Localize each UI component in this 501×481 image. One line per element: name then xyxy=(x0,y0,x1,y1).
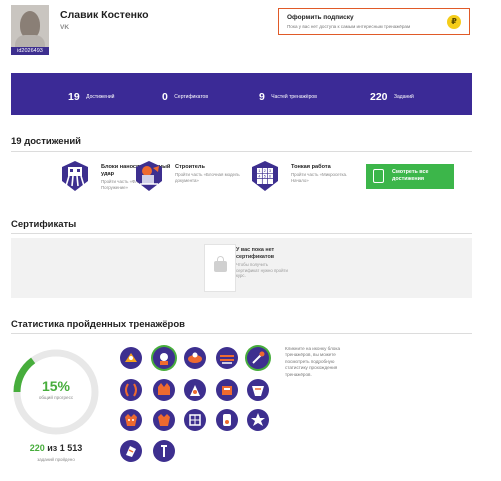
trainer-block-icon[interactable] xyxy=(184,379,206,401)
tasks-done: 220 xyxy=(29,443,45,453)
certificate-placeholder xyxy=(204,244,236,292)
certificates-empty-text: Чтобы получить сертификат нужно пройти к… xyxy=(236,262,288,279)
stat-achievements[interactable]: 19 Достижений xyxy=(68,88,114,106)
certificates-empty-title: У вас пока нет сертификатов xyxy=(236,247,275,260)
stat-label: Достижений xyxy=(86,93,115,100)
document-icon xyxy=(373,169,384,183)
trainer-block-icon[interactable] xyxy=(120,379,142,401)
grid-badge-icon: 1 2 3 4 5 6 xyxy=(252,161,278,191)
stat-certificates[interactable]: 0 Сертификатов xyxy=(162,88,208,106)
lock-icon xyxy=(214,256,227,272)
trainer-block-icon[interactable] xyxy=(120,409,142,431)
see-all-label: Смотреть все достижения xyxy=(392,169,429,182)
stat-tasks[interactable]: 220 Заданий xyxy=(370,88,414,106)
stat-value: 9 xyxy=(259,90,265,103)
achievement-title: Тонкая работа xyxy=(291,164,331,170)
grid-digit: 1 xyxy=(258,169,260,173)
trainer-block-icon[interactable] xyxy=(120,440,142,462)
trainer-block-icon[interactable] xyxy=(216,379,238,401)
tasks-total-value: 1 513 xyxy=(59,443,83,453)
trainers-hint: Кликните на иконку блока тренажёров, вы … xyxy=(285,346,341,377)
stats-band: 19 Достижений 0 Сертификатов 9 Частей тр… xyxy=(11,73,472,115)
divider xyxy=(11,333,472,334)
vk-icon[interactable]: VK xyxy=(60,24,69,31)
achievement-subtitle: Пройти часть «Блочная модель документа» xyxy=(175,172,240,183)
trainer-block-icon[interactable] xyxy=(153,379,175,401)
user-name: Славик Костенко xyxy=(60,9,149,21)
coin-icon: ₽ xyxy=(447,15,461,29)
stat-label: Заданий xyxy=(393,93,414,100)
trainer-block-icon[interactable] xyxy=(216,347,238,369)
trainers-heading: Статистика пройденных тренажёров xyxy=(11,319,185,330)
achievements-heading: 19 достижений xyxy=(11,136,82,147)
trainer-block-icon[interactable] xyxy=(184,347,206,369)
grid-digit: 3 xyxy=(269,169,271,173)
trainer-block-icon[interactable] xyxy=(247,379,269,401)
trainer-block-icon[interactable] xyxy=(120,347,142,369)
of-word: из xyxy=(47,443,58,453)
achievement-subtitle: Пройти часть «Микросетка. Начало» xyxy=(291,172,348,183)
progress-label: общий прогресс xyxy=(38,395,74,400)
progress-percent: 15% xyxy=(41,378,71,394)
subscribe-subtitle: Пока у вас нет доступа к самым интересны… xyxy=(287,24,411,29)
stat-value: 220 xyxy=(370,90,388,103)
certificates-heading: Сертификаты xyxy=(11,219,77,230)
stat-value: 0 xyxy=(162,90,168,103)
tasks-label: заданий пройдено xyxy=(37,457,75,462)
avatar[interactable]: id2026493 xyxy=(11,5,49,55)
stat-label: Сертификатов xyxy=(174,93,208,100)
trainer-block-icon[interactable] xyxy=(247,409,269,431)
trainer-block-icon[interactable] xyxy=(153,409,175,431)
stat-label: Частей тренажёров xyxy=(271,93,317,100)
robot-walker-badge-icon xyxy=(62,161,88,191)
trainer-block-icon[interactable] xyxy=(184,409,206,431)
trainer-block-icon[interactable] xyxy=(216,409,238,431)
stat-value: 19 xyxy=(68,90,80,103)
trainer-block-icon[interactable] xyxy=(153,347,175,369)
divider xyxy=(11,233,472,234)
tasks-total: 220 из 1 513 xyxy=(12,443,100,453)
trainer-block-icon[interactable] xyxy=(247,347,269,369)
grid-digit: 4 xyxy=(258,175,260,179)
achievement-title: Строитель xyxy=(175,164,205,170)
grid-digit: 2 xyxy=(264,169,266,173)
subscribe-title[interactable]: Оформить подписку xyxy=(287,14,354,21)
grid-digit: 6 xyxy=(269,175,271,179)
builder-badge-icon xyxy=(136,161,162,191)
subscribe-banner[interactable]: Оформить подписку Пока у вас нет доступа… xyxy=(278,8,470,35)
user-id-label: id2026493 xyxy=(11,47,49,55)
divider xyxy=(11,151,472,152)
see-all-achievements-button[interactable]: Смотреть все достижения xyxy=(366,164,454,189)
stat-trainer-parts[interactable]: 9 Частей тренажёров xyxy=(259,88,317,106)
grid-digit: 5 xyxy=(264,175,266,179)
trainer-block-icon[interactable] xyxy=(153,440,175,462)
